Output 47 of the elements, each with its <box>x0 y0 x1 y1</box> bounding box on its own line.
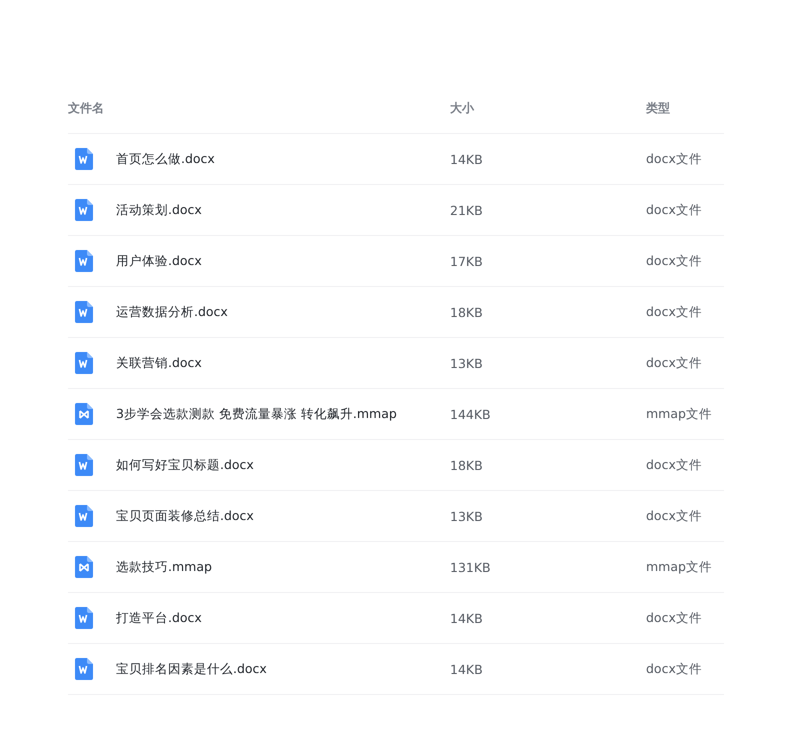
word-file-icon <box>75 352 93 374</box>
word-file-icon <box>75 301 93 323</box>
file-size: 18KB <box>450 458 484 472</box>
file-type: docx文件 <box>646 202 703 218</box>
file-name[interactable]: 首页怎么做.docx <box>116 150 215 168</box>
file-name[interactable]: 打造平台.docx <box>116 610 202 626</box>
column-header: 大小 <box>450 100 476 116</box>
file-name[interactable]: 宝贝页面装修总结.docx <box>116 508 254 524</box>
file-type: docx文件 <box>646 150 703 168</box>
file-name[interactable]: 宝贝排名因素是什么.docx <box>116 660 267 678</box>
file-type: docx文件 <box>646 456 703 474</box>
word-file-icon <box>75 148 93 170</box>
column-header: 类型 <box>646 100 671 116</box>
word-file-icon <box>75 250 93 272</box>
file-size: 21KB <box>450 202 484 218</box>
file-type: docx文件 <box>646 252 703 270</box>
file-name[interactable]: 用户体验.docx <box>116 252 202 270</box>
file-name[interactable]: 选款技巧.mmap <box>116 558 212 576</box>
mind-map-file-icon <box>75 556 93 578</box>
word-file-icon <box>75 199 93 221</box>
file-name[interactable]: 关联营销.docx <box>116 354 202 372</box>
file-type: docx文件 <box>646 304 703 320</box>
file-size: 14KB <box>450 610 484 626</box>
file-size: 13KB <box>450 508 484 524</box>
file-type: mmap文件 <box>646 406 713 422</box>
file-size: 18KB <box>450 304 484 320</box>
file-size: 14KB <box>450 662 484 676</box>
file-name[interactable]: 如何写好宝贝标题.docx <box>116 456 254 474</box>
file-name[interactable]: 活动策划.docx <box>116 202 202 218</box>
file-type: docx文件 <box>646 508 703 524</box>
mind-map-file-icon <box>75 403 93 425</box>
file-size: 131KB <box>450 560 492 574</box>
file-size: 14KB <box>450 152 484 166</box>
file-name[interactable]: 运营数据分析.docx <box>116 304 228 320</box>
word-file-icon <box>75 505 93 527</box>
file-size: 144KB <box>450 406 492 422</box>
file-size: 13KB <box>450 356 484 370</box>
file-type: docx文件 <box>646 660 703 678</box>
file-type: mmap文件 <box>646 558 713 576</box>
word-file-icon <box>75 658 93 680</box>
file-name[interactable]: 3步学会选款测款 免费流量暴涨 转化飙升.mmap <box>116 406 397 422</box>
column-header: 文件名 <box>68 100 105 116</box>
file-size: 17KB <box>450 254 484 268</box>
word-file-icon <box>75 607 93 629</box>
file-type: docx文件 <box>646 610 703 626</box>
word-file-icon <box>75 454 93 476</box>
file-type: docx文件 <box>646 354 703 372</box>
